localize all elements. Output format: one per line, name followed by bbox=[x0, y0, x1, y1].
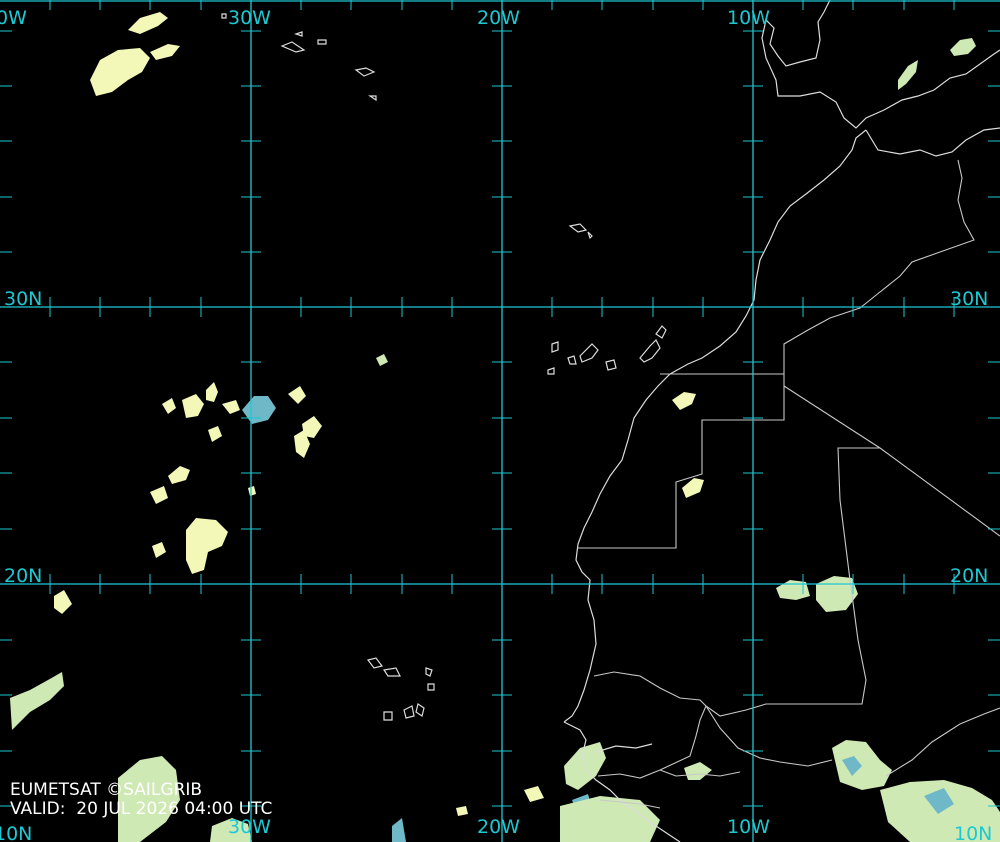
lat-label-20n-left: 20N bbox=[4, 565, 42, 587]
lon-label-20w-bottom: 20W bbox=[477, 816, 520, 838]
lat-label-30n-left: 30N bbox=[4, 288, 42, 310]
credit-valid-time: VALID: 20 JUL 2026 04:00 UTC bbox=[10, 799, 273, 819]
lon-label-20w-top: 20W bbox=[477, 7, 520, 29]
lat-label-10n-left: 10N bbox=[0, 823, 32, 842]
lat-label-30n-right: 30N bbox=[950, 288, 988, 310]
lat-label-20n-right: 20N bbox=[950, 565, 988, 587]
lon-label-30w-bottom: 30W bbox=[228, 816, 271, 838]
lon-label-10w-top: 10W bbox=[727, 7, 770, 29]
lat-label-10n-right: 10N bbox=[954, 823, 992, 842]
lon-label-30w-top: 30W bbox=[228, 7, 271, 29]
credit-source: EUMETSAT ©SAILGRIB bbox=[10, 780, 203, 800]
satellite-map: 0W 30W 20W 10W 30N 30N 20N 20N 30W 20W 1… bbox=[0, 0, 1000, 842]
lon-label-top-left: 0W bbox=[0, 7, 27, 29]
lon-label-10w-bottom: 10W bbox=[727, 816, 770, 838]
